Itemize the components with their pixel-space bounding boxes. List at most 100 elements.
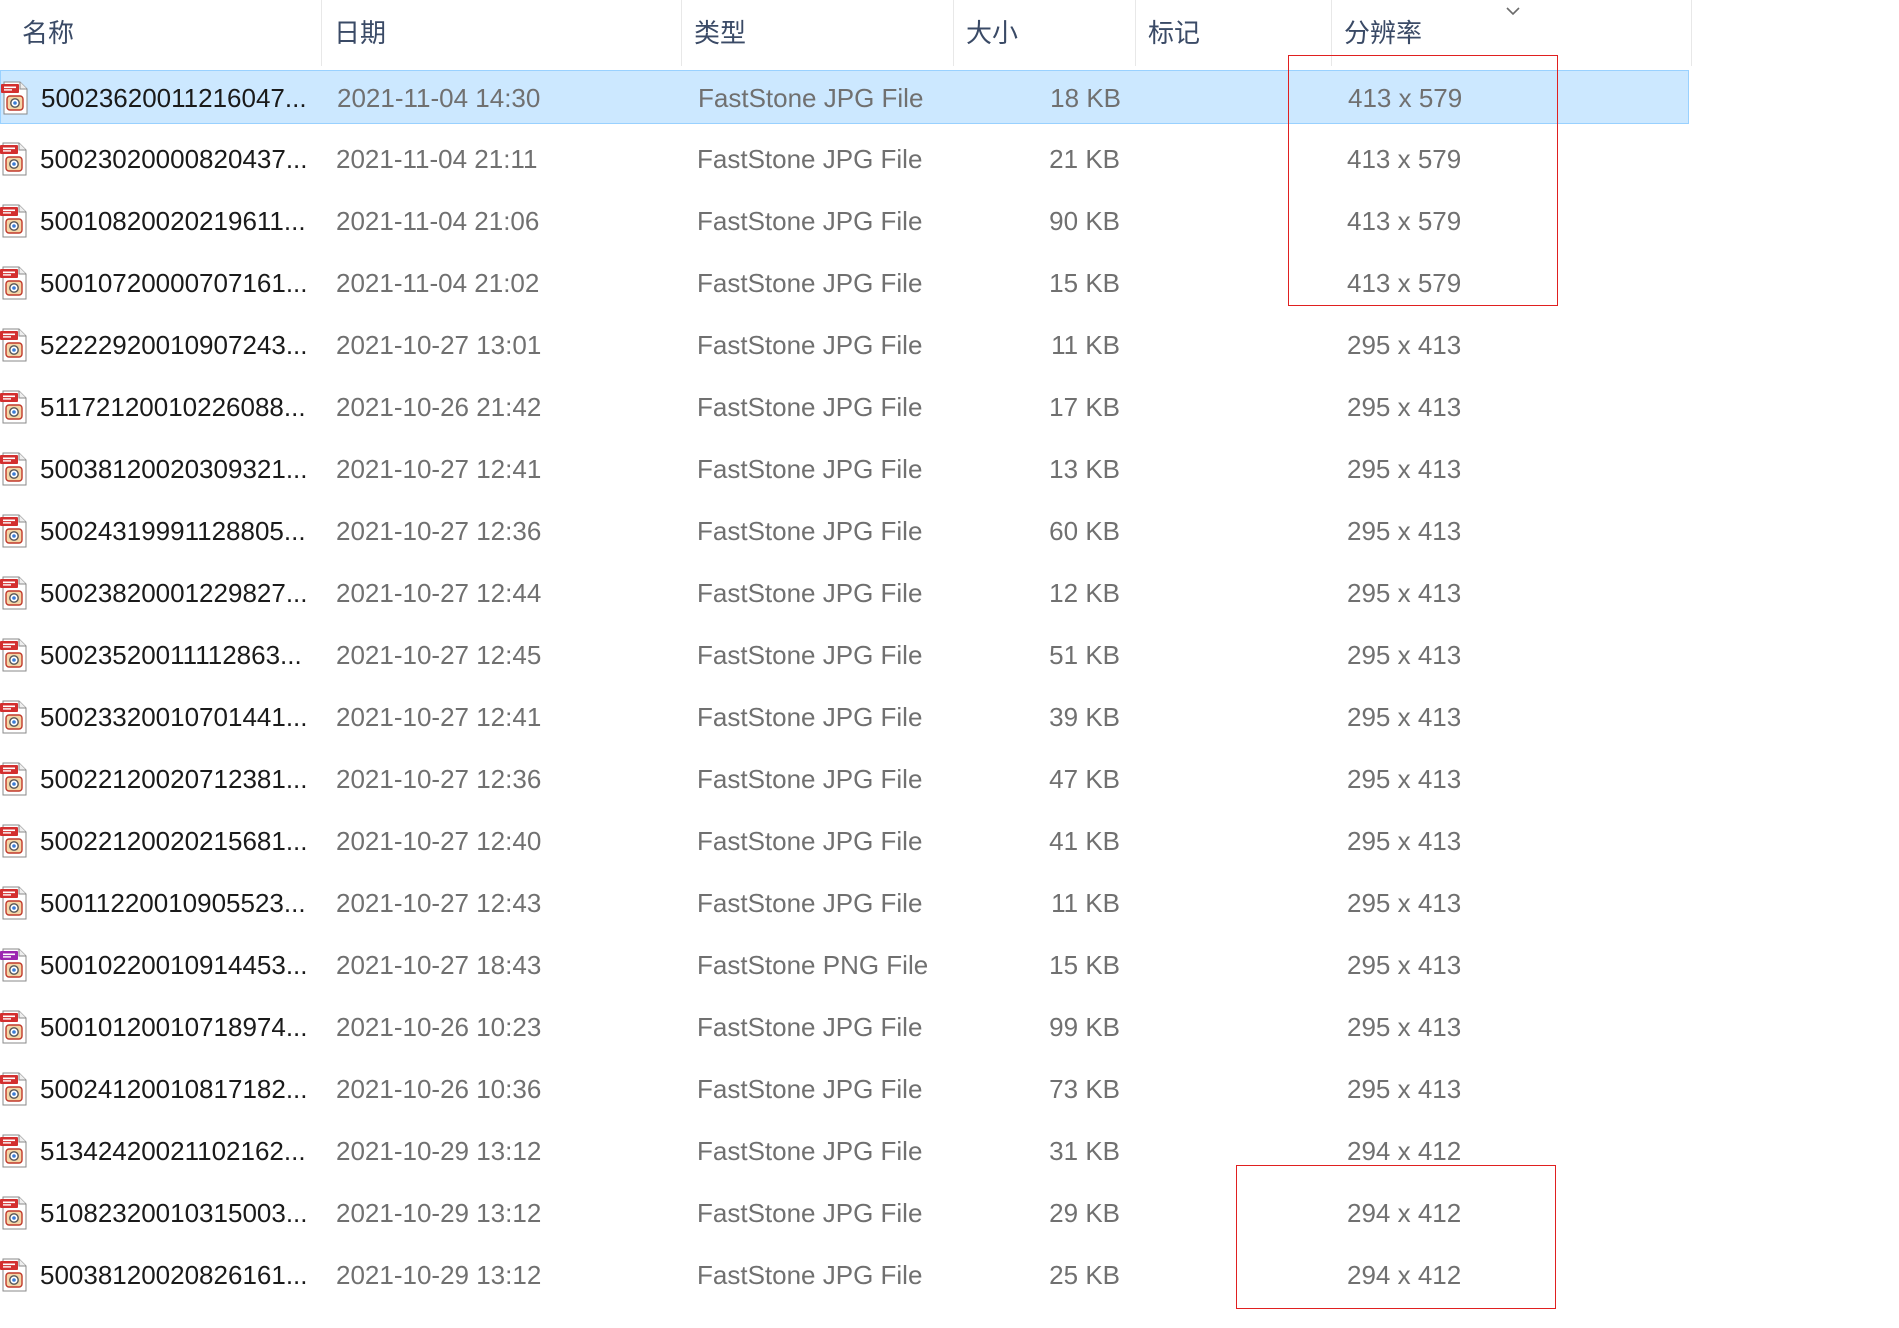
file-resolution: 413 x 579 — [1347, 206, 1462, 236]
file-name: 50023020000820437... — [40, 144, 308, 174]
file-size: 73 KB — [1049, 1074, 1120, 1104]
column-header-type[interactable]: 类型 — [682, 0, 954, 66]
jpg-file-icon — [0, 1010, 27, 1044]
file-date: 2021-10-27 12:40 — [336, 826, 542, 856]
file-row[interactable]: 50023020000820437... 2021-11-04 21:11 Fast… — [0, 132, 1690, 194]
file-date: 2021-10-27 13:01 — [336, 330, 542, 360]
file-row[interactable]: 50024120010817182... 2021-10-26 10:36 Fast… — [0, 1062, 1690, 1124]
file-resolution: 295 x 413 — [1347, 702, 1462, 732]
file-row[interactable]: 50010720000707161... 2021-11-04 21:02 Fast… — [0, 256, 1690, 318]
jpg-file-icon — [0, 142, 27, 176]
file-type: FastStone JPG File — [697, 764, 923, 794]
file-date: 2021-10-29 13:12 — [336, 1198, 542, 1228]
file-size: 15 KB — [1049, 268, 1120, 298]
file-date: 2021-11-04 14:30 — [337, 83, 541, 113]
file-type: FastStone JPG File — [697, 516, 923, 546]
file-name: 51172120010226088... — [40, 392, 306, 422]
file-type: FastStone JPG File — [697, 1074, 923, 1104]
file-row[interactable]: 50023620011216047... 2021-11-04 14:30 Fast… — [0, 70, 1689, 124]
file-explorer-details-view: 名称 日期 类型 大小 标记 分辨率 50023620011216047... 2… — [0, 0, 1899, 1328]
file-resolution: 295 x 413 — [1347, 826, 1462, 856]
file-name: 50023820001229827... — [40, 578, 308, 608]
jpg-file-icon — [0, 1134, 27, 1168]
file-resolution: 295 x 413 — [1347, 950, 1462, 980]
file-row[interactable]: 50038120020826161... 2021-10-29 13:12 Fast… — [0, 1248, 1690, 1310]
jpg-file-icon — [0, 328, 27, 362]
file-name: 50022120020215681... — [40, 826, 308, 856]
file-name: 50038120020309321... — [40, 454, 308, 484]
file-row[interactable]: 50022120020712381... 2021-10-27 12:36 Fast… — [0, 752, 1690, 814]
file-name: 52222920010907243... — [40, 330, 308, 360]
file-size: 25 KB — [1049, 1260, 1120, 1290]
file-name: 50023320010701441... — [40, 702, 308, 732]
file-name: 51082320010315003... — [40, 1198, 308, 1228]
file-name: 50011220010905523... — [40, 888, 306, 918]
file-date: 2021-11-04 21:06 — [336, 206, 540, 236]
column-header-size[interactable]: 大小 — [954, 0, 1136, 66]
file-name: 51342420021102162... — [40, 1136, 306, 1166]
file-type: FastStone PNG File — [697, 950, 929, 980]
file-type: FastStone JPG File — [697, 1136, 923, 1166]
column-header-date[interactable]: 日期 — [322, 0, 682, 66]
file-size: 13 KB — [1049, 454, 1120, 484]
file-name: 50023520011112863... — [40, 640, 302, 670]
file-row[interactable]: 50024319991128805... 2021-10-27 12:36 Fast… — [0, 504, 1690, 566]
file-row[interactable]: 50010220010914453... 2021-10-27 18:43 Fast… — [0, 938, 1690, 1000]
file-date: 2021-10-29 13:12 — [336, 1260, 542, 1290]
file-type: FastStone JPG File — [698, 83, 924, 113]
jpg-file-icon — [0, 390, 27, 424]
file-resolution: 295 x 413 — [1347, 578, 1462, 608]
file-size: 90 KB — [1049, 206, 1120, 236]
jpg-file-icon — [0, 762, 27, 796]
file-row[interactable]: 50023520011112863... 2021-10-27 12:45 Fast… — [0, 628, 1690, 690]
file-row[interactable]: 50022120020215681... 2021-10-27 12:40 Fast… — [0, 814, 1690, 876]
file-type: FastStone JPG File — [697, 206, 923, 236]
file-resolution: 294 x 412 — [1347, 1136, 1462, 1166]
file-type: FastStone JPG File — [697, 330, 923, 360]
file-resolution: 295 x 413 — [1347, 888, 1462, 918]
column-header-bar: 名称 日期 类型 大小 标记 分辨率 — [0, 0, 1700, 66]
file-resolution: 413 x 579 — [1348, 83, 1463, 113]
file-row[interactable]: 50010820020219611... 2021-11-04 21:06 Fast… — [0, 194, 1690, 256]
file-row[interactable]: 50010120010718974... 2021-10-26 10:23 Fast… — [0, 1000, 1690, 1062]
file-date: 2021-10-27 12:44 — [336, 578, 542, 608]
jpg-file-icon — [0, 824, 27, 858]
file-name: 50010120010718974... — [40, 1012, 308, 1042]
file-type: FastStone JPG File — [697, 392, 923, 422]
file-date: 2021-11-04 21:02 — [336, 268, 540, 298]
file-size: 17 KB — [1049, 392, 1120, 422]
sort-descending-icon — [1506, 7, 1520, 16]
file-type: FastStone JPG File — [697, 144, 923, 174]
file-size: 11 KB — [1051, 888, 1120, 918]
file-resolution: 295 x 413 — [1347, 1012, 1462, 1042]
file-size: 41 KB — [1049, 826, 1120, 856]
file-resolution: 295 x 413 — [1347, 392, 1462, 422]
file-date: 2021-10-27 12:43 — [336, 888, 542, 918]
file-row[interactable]: 50023820001229827... 2021-10-27 12:44 Fast… — [0, 566, 1690, 628]
file-row[interactable]: 52222920010907243... 2021-10-27 13:01 Fast… — [0, 318, 1690, 380]
file-row[interactable]: 50023320010701441... 2021-10-27 12:41 Fast… — [0, 690, 1690, 752]
file-row[interactable]: 51172120010226088... 2021-10-26 21:42 Fast… — [0, 380, 1690, 442]
file-resolution: 295 x 413 — [1347, 1074, 1462, 1104]
file-type: FastStone JPG File — [697, 888, 923, 918]
file-resolution: 295 x 413 — [1347, 516, 1462, 546]
file-date: 2021-10-27 12:36 — [336, 516, 542, 546]
file-size: 15 KB — [1049, 950, 1120, 980]
file-size: 18 KB — [1050, 83, 1121, 113]
file-resolution: 295 x 413 — [1347, 454, 1462, 484]
file-row[interactable]: 50011220010905523... 2021-10-27 12:43 Fast… — [0, 876, 1690, 938]
file-type: FastStone JPG File — [697, 454, 923, 484]
file-name: 50010820020219611... — [40, 206, 306, 236]
file-row[interactable]: 51082320010315003... 2021-10-29 13:12 Fast… — [0, 1186, 1690, 1248]
png-file-icon — [0, 948, 27, 982]
file-row[interactable]: 50038120020309321... 2021-10-27 12:41 Fast… — [0, 442, 1690, 504]
file-date: 2021-10-27 12:41 — [336, 702, 542, 732]
file-row[interactable]: 51342420021102162... 2021-10-29 13:12 Fast… — [0, 1124, 1690, 1186]
file-type: FastStone JPG File — [697, 640, 923, 670]
file-resolution: 295 x 413 — [1347, 330, 1462, 360]
file-date: 2021-10-27 12:45 — [336, 640, 542, 670]
file-size: 60 KB — [1049, 516, 1120, 546]
column-header-tags[interactable]: 标记 — [1136, 0, 1332, 66]
file-resolution: 294 x 412 — [1347, 1198, 1462, 1228]
column-header-name[interactable]: 名称 — [10, 0, 322, 66]
